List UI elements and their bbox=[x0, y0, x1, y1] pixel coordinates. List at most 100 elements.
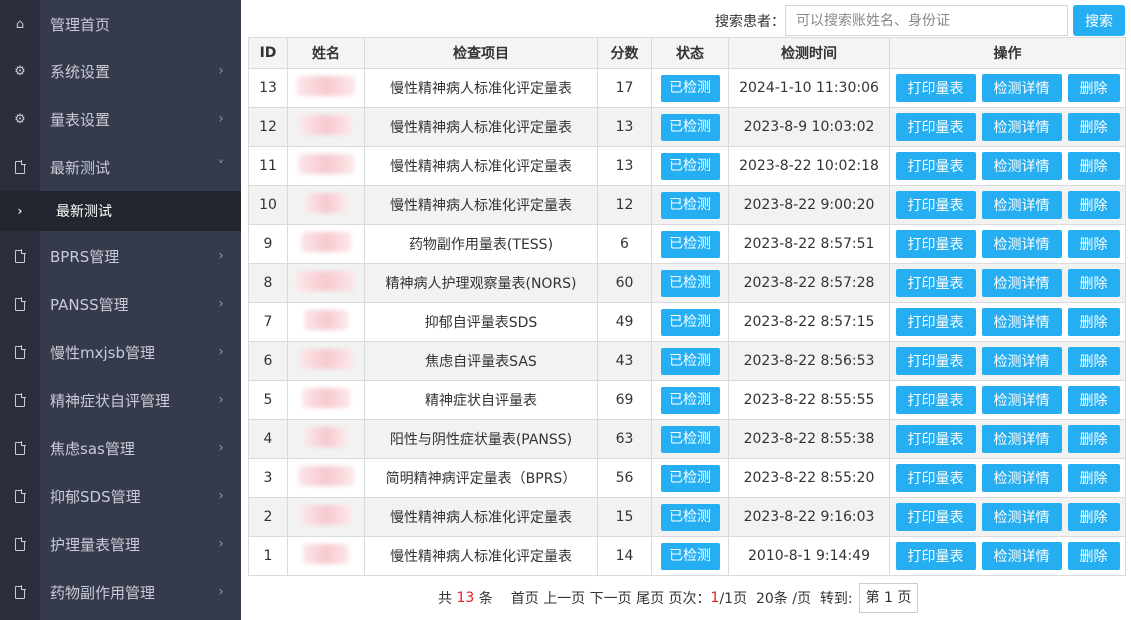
cell-item: 焦虑自评量表SAS bbox=[364, 341, 598, 381]
sidebar-item-10[interactable]: 护理量表管理 › bbox=[0, 520, 241, 568]
delete-button[interactable]: 删除 bbox=[1067, 74, 1120, 102]
cell-time: 2023-8-22 8:55:55 bbox=[728, 380, 890, 420]
test-detail-button[interactable]: 检测详情 bbox=[981, 386, 1062, 414]
chevron-right-icon: › bbox=[218, 344, 224, 360]
search-input[interactable] bbox=[785, 5, 1068, 36]
cell-time: 2024-1-10 11:30:06 bbox=[728, 68, 890, 108]
delete-button[interactable]: 删除 bbox=[1067, 347, 1120, 375]
cell-score: 15 bbox=[597, 497, 652, 537]
print-scale-button[interactable]: 打印量表 bbox=[895, 386, 976, 414]
print-scale-button[interactable]: 打印量表 bbox=[895, 503, 976, 531]
sidebar-item-label: 药物副作用管理 bbox=[50, 583, 156, 602]
delete-button[interactable]: 删除 bbox=[1067, 425, 1120, 453]
print-scale-button[interactable]: 打印量表 bbox=[895, 191, 976, 219]
print-scale-button[interactable]: 打印量表 bbox=[895, 464, 976, 492]
cell-time: 2023-8-22 9:00:20 bbox=[728, 185, 890, 225]
test-detail-button[interactable]: 检测详情 bbox=[981, 113, 1062, 141]
pager-page-count: /1页 bbox=[719, 591, 748, 607]
status-badge: 已检测 bbox=[660, 113, 720, 141]
test-detail-button[interactable]: 检测详情 bbox=[981, 191, 1062, 219]
gear-icon: ⚙ bbox=[14, 63, 26, 79]
redacted-name bbox=[297, 76, 355, 96]
sidebar-item-8[interactable]: 焦虑sas管理 › bbox=[0, 424, 241, 472]
cell-actions: 打印量表 检测详情 删除 bbox=[889, 146, 1126, 186]
print-scale-button[interactable]: 打印量表 bbox=[895, 74, 976, 102]
sidebar-item-6[interactable]: 慢性mxjsb管理 › bbox=[0, 328, 241, 376]
print-scale-button[interactable]: 打印量表 bbox=[895, 308, 976, 336]
cell-name bbox=[287, 341, 365, 381]
cell-time: 2023-8-22 8:56:53 bbox=[728, 341, 890, 381]
delete-button[interactable]: 删除 bbox=[1067, 230, 1120, 258]
test-detail-button[interactable]: 检测详情 bbox=[981, 542, 1062, 570]
sidebar-item-label: 慢性mxjsb管理 bbox=[50, 343, 155, 362]
cell-actions: 打印量表 检测详情 删除 bbox=[889, 536, 1126, 576]
table-row: 13 慢性精神病人标准化评定量表 17 已检测 2024-1-10 11:30:06 打印… bbox=[248, 68, 1126, 108]
cell-actions: 打印量表 检测详情 删除 bbox=[889, 302, 1126, 342]
cell-item: 慢性精神病人标准化评定量表 bbox=[364, 185, 598, 225]
test-detail-button[interactable]: 检测详情 bbox=[981, 425, 1062, 453]
test-detail-button[interactable]: 检测详情 bbox=[981, 464, 1062, 492]
app-root: ⌂ 管理首页 ⚙ 系统设置 › ⚙ 量表设置 › 最新测试 ˅ BPRS管理 › PANSS管理 › 慢性m… bbox=[0, 0, 1131, 620]
print-scale-button[interactable]: 打印量表 bbox=[895, 347, 976, 375]
print-scale-button[interactable]: 打印量表 bbox=[895, 230, 976, 258]
cell-score: 60 bbox=[597, 263, 652, 303]
sidebar-item-3[interactable]: 最新测试 ˅ bbox=[0, 143, 241, 191]
cell-time: 2023-8-22 8:57:15 bbox=[728, 302, 890, 342]
delete-button[interactable]: 删除 bbox=[1067, 113, 1120, 141]
cell-score: 13 bbox=[597, 146, 652, 186]
test-detail-button[interactable]: 检测详情 bbox=[981, 347, 1062, 375]
cell-status: 已检测 bbox=[651, 185, 729, 225]
pager-prev[interactable]: 上一页 bbox=[543, 588, 585, 608]
sidebar-item-label: PANSS管理 bbox=[50, 295, 129, 314]
print-scale-button[interactable]: 打印量表 bbox=[895, 152, 976, 180]
print-scale-button[interactable]: 打印量表 bbox=[895, 425, 976, 453]
test-detail-button[interactable]: 检测详情 bbox=[981, 503, 1062, 531]
print-scale-button[interactable]: 打印量表 bbox=[895, 269, 976, 297]
sidebar-item-0[interactable]: ⌂ 管理首页 bbox=[0, 0, 241, 48]
cell-id: 4 bbox=[248, 419, 288, 459]
delete-button[interactable]: 删除 bbox=[1067, 386, 1120, 414]
sidebar-item-label: 护理量表管理 bbox=[50, 535, 141, 554]
print-scale-button[interactable]: 打印量表 bbox=[895, 113, 976, 141]
sidebar-item-11[interactable]: 药物副作用管理 › bbox=[0, 568, 241, 616]
test-detail-button[interactable]: 检测详情 bbox=[981, 152, 1062, 180]
test-detail-button[interactable]: 检测详情 bbox=[981, 230, 1062, 258]
redacted-name bbox=[306, 193, 346, 213]
delete-button[interactable]: 删除 bbox=[1067, 152, 1120, 180]
sidebar-subitem-latest-test[interactable]: › 最新测试 bbox=[0, 191, 241, 231]
pager-last[interactable]: 尾页 bbox=[636, 588, 664, 608]
cell-name bbox=[287, 497, 365, 537]
delete-button[interactable]: 删除 bbox=[1067, 464, 1120, 492]
sidebar-item-2[interactable]: ⚙ 量表设置 › bbox=[0, 95, 241, 143]
sidebar-item-4[interactable]: BPRS管理 › bbox=[0, 232, 241, 280]
cell-item: 精神病人护理观察量表(NORS) bbox=[364, 263, 598, 303]
delete-button[interactable]: 删除 bbox=[1067, 308, 1120, 336]
cell-id: 6 bbox=[248, 341, 288, 381]
redacted-name bbox=[300, 115, 352, 135]
cell-time: 2023-8-22 10:02:18 bbox=[728, 146, 890, 186]
print-scale-button[interactable]: 打印量表 bbox=[895, 542, 976, 570]
test-detail-button[interactable]: 检测详情 bbox=[981, 269, 1062, 297]
sidebar-item-7[interactable]: 精神症状自评管理 › bbox=[0, 376, 241, 424]
search-button[interactable]: 搜索 bbox=[1073, 5, 1125, 36]
cell-score: 13 bbox=[597, 107, 652, 147]
sidebar-item-label: 最新测试 bbox=[50, 158, 111, 177]
sidebar-item-1[interactable]: ⚙ 系统设置 › bbox=[0, 47, 241, 95]
delete-button[interactable]: 删除 bbox=[1067, 542, 1120, 570]
status-badge: 已检测 bbox=[660, 269, 720, 297]
pager-goto-select[interactable]: 第 1 页 bbox=[858, 583, 919, 613]
cell-id: 11 bbox=[248, 146, 288, 186]
pager-next[interactable]: 下一页 bbox=[590, 588, 632, 608]
pager-first[interactable]: 首页 bbox=[511, 588, 539, 608]
test-detail-button[interactable]: 检测详情 bbox=[981, 308, 1062, 336]
sidebar-item-9[interactable]: 抑郁SDS管理 › bbox=[0, 472, 241, 520]
cell-actions: 打印量表 检测详情 删除 bbox=[889, 185, 1126, 225]
cell-time: 2010-8-1 9:14:49 bbox=[728, 536, 890, 576]
test-detail-button[interactable]: 检测详情 bbox=[981, 74, 1062, 102]
delete-button[interactable]: 删除 bbox=[1067, 269, 1120, 297]
cell-actions: 打印量表 检测详情 删除 bbox=[889, 263, 1126, 303]
sidebar-item-5[interactable]: PANSS管理 › bbox=[0, 280, 241, 328]
redacted-name bbox=[302, 388, 350, 408]
delete-button[interactable]: 删除 bbox=[1067, 503, 1120, 531]
delete-button[interactable]: 删除 bbox=[1067, 191, 1120, 219]
